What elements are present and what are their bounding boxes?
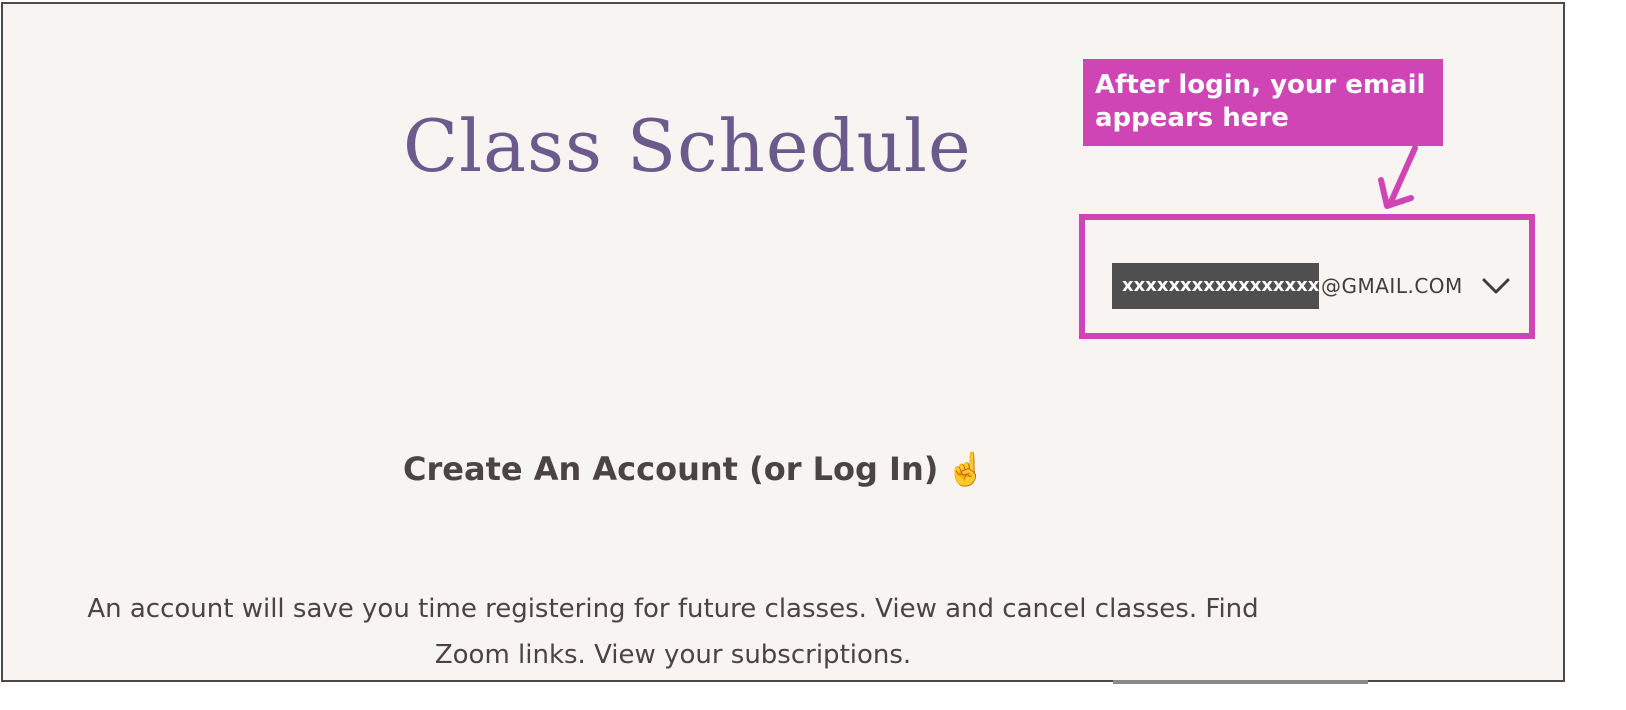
create-account-heading-text: Create An Account (or Log In) — [403, 450, 939, 488]
bottom-divider — [1113, 680, 1368, 684]
account-description: An account will save you time registerin… — [87, 594, 1259, 670]
annotation-callout: After login, your email appears here — [1083, 59, 1443, 146]
page-frame: Class Schedule After login, your email a… — [1, 2, 1565, 682]
account-menu[interactable]: xxxxxxxxxxxxxxxxx @GMAIL.COM — [1112, 263, 1511, 309]
callout-line-2: appears here — [1095, 103, 1289, 133]
pointing-up-emoji: ☝️ — [946, 450, 987, 488]
annotation-arrow-icon — [1378, 145, 1418, 209]
email-domain: @GMAIL.COM — [1321, 274, 1463, 298]
chevron-down-icon[interactable] — [1481, 276, 1511, 296]
create-account-heading[interactable]: Create An Account (or Log In) ☝️ — [403, 450, 986, 488]
email-redacted: xxxxxxxxxxxxxxxxx — [1112, 263, 1319, 309]
callout-line-1: After login, your email — [1095, 70, 1426, 100]
page-title: Class Schedule — [403, 104, 972, 189]
